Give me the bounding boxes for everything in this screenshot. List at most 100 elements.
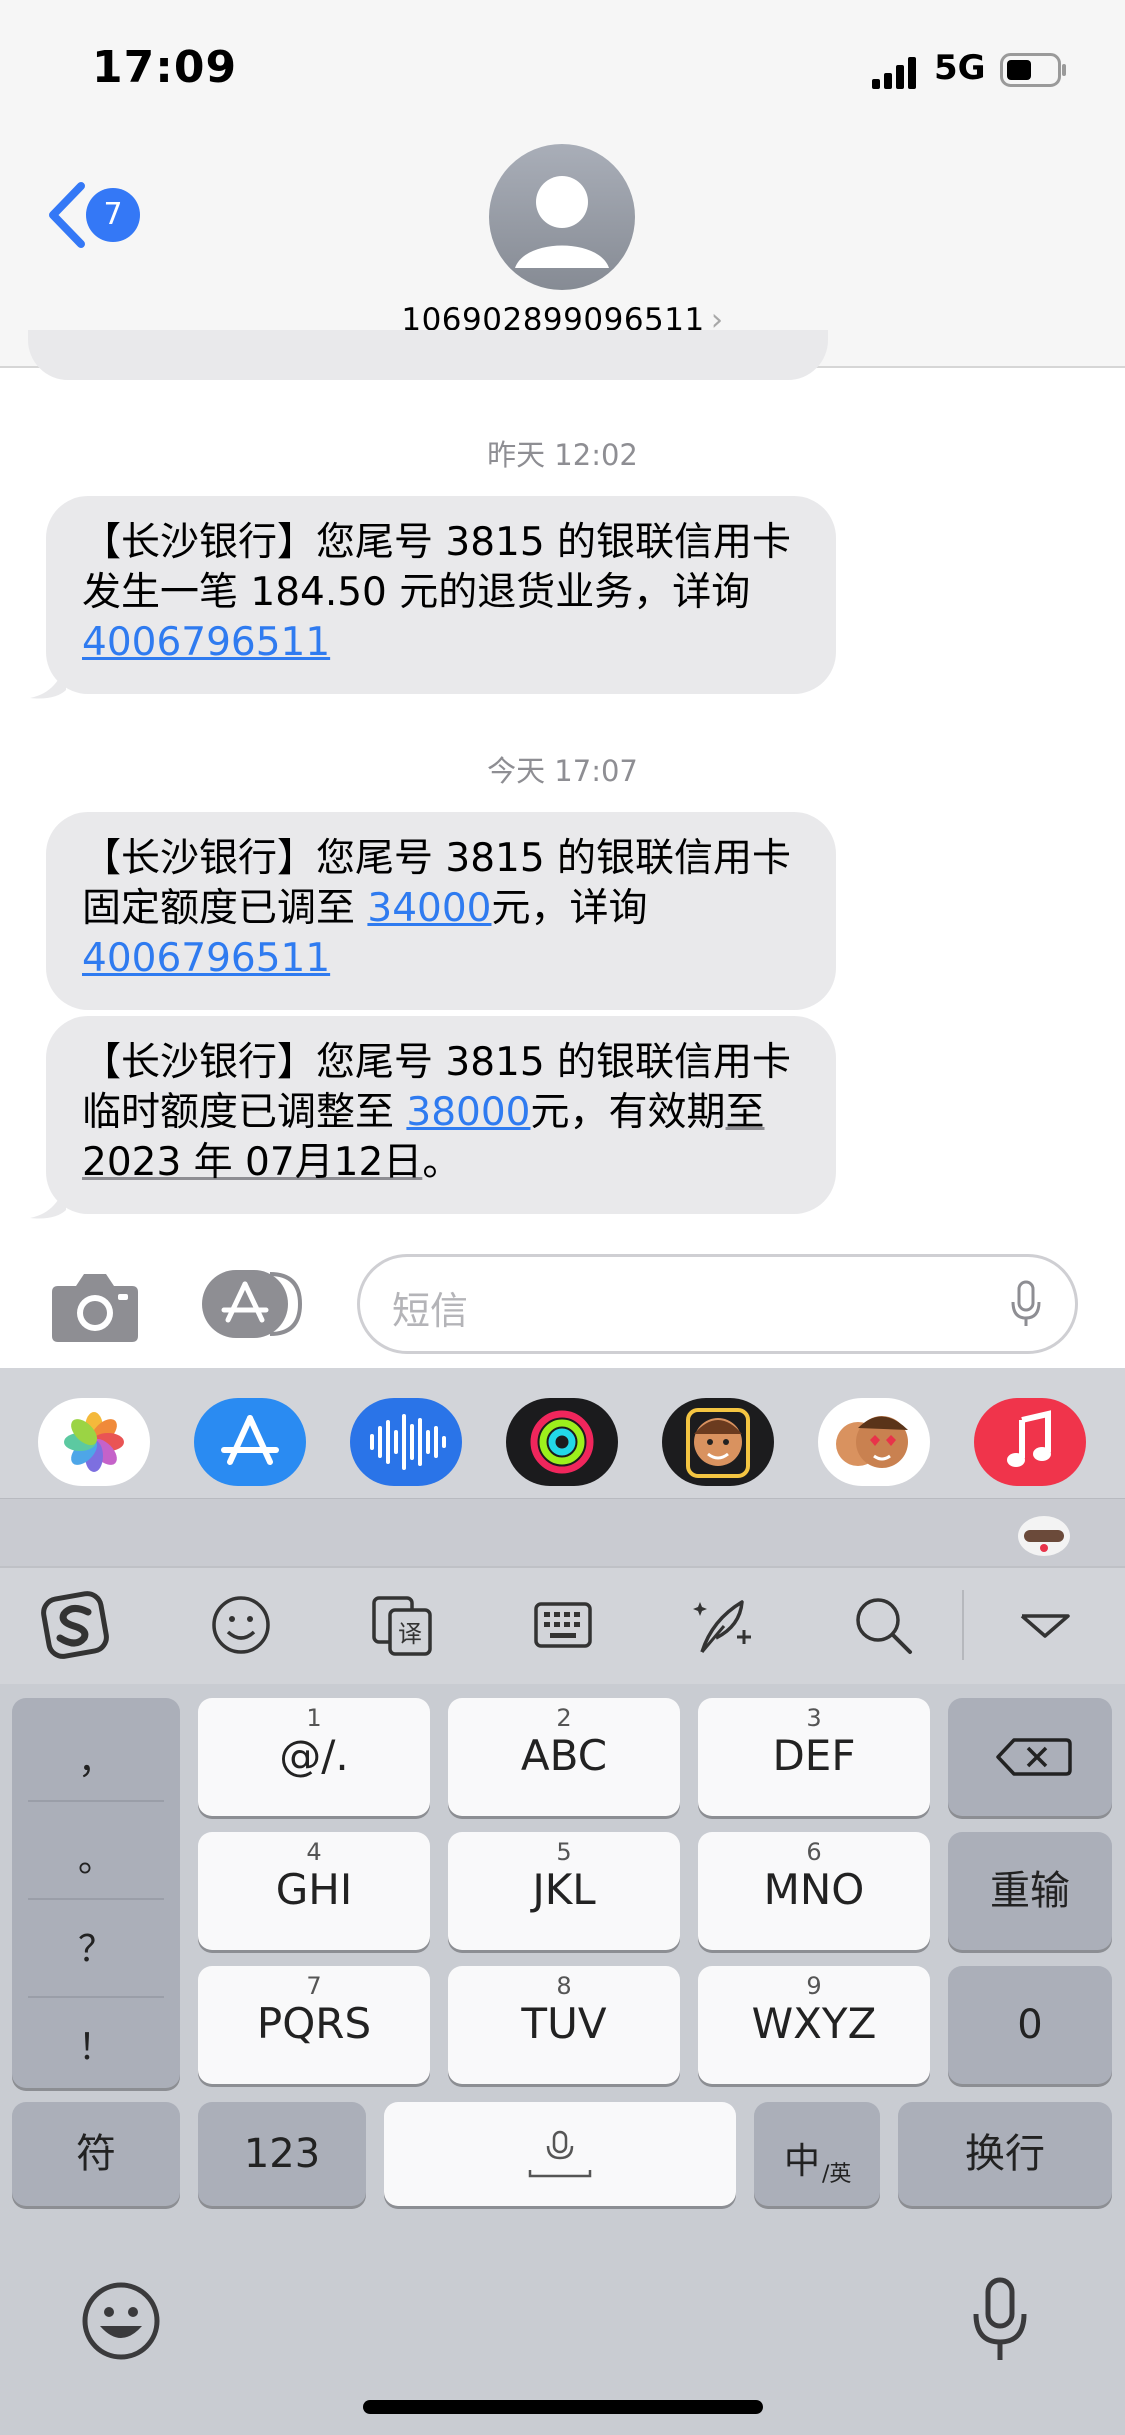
candidate-bar	[0, 1498, 1125, 1567]
key-number: 9	[806, 1972, 822, 2000]
key-8[interactable]: 8 TUV	[448, 1966, 680, 2084]
key-label: TUV	[521, 1999, 607, 2048]
emoji-face-icon[interactable]	[206, 1590, 276, 1660]
lang-main-label: 中	[784, 2141, 821, 2182]
numbers-key[interactable]: 123	[198, 2102, 366, 2206]
space-key[interactable]	[384, 2102, 736, 2206]
keyboard-switch-icon[interactable]	[528, 1590, 598, 1660]
search-icon[interactable]	[848, 1590, 918, 1660]
key-number: 2	[556, 1704, 572, 1732]
key-number: 5	[556, 1838, 572, 1866]
hide-keyboard-chevron-icon[interactable]	[1010, 1590, 1080, 1660]
message-bubble[interactable]: 【长沙银行】您尾号 3815 的银联信用卡 固定额度已调至 34000元，详询 …	[46, 812, 836, 1010]
key-number: 4	[306, 1838, 322, 1866]
home-indicator	[363, 2400, 763, 2414]
key-number: 1	[306, 1704, 322, 1732]
status-time: 17:09	[92, 42, 238, 93]
mascot-skin-icon[interactable]	[1014, 1508, 1074, 1560]
animoji-stickers-app-icon[interactable]	[818, 1398, 930, 1486]
symbols-key[interactable]: 符	[12, 2102, 180, 2206]
message-bubble[interactable]: 【长沙银行】您尾号 3815 的银联信用卡 发生一笔 184.50 元的退货业务…	[46, 496, 836, 694]
key-9[interactable]: 9 WXYZ	[698, 1966, 930, 2084]
punct-key-comma[interactable]: ，	[12, 1714, 180, 1810]
photos-app-icon[interactable]	[38, 1398, 150, 1486]
toolbar-divider	[962, 1590, 964, 1660]
key-4[interactable]: 4 GHI	[198, 1832, 430, 1950]
key-label: MNO	[763, 1865, 865, 1914]
key-number: 7	[306, 1972, 322, 2000]
key-0[interactable]: 0	[948, 1966, 1112, 2084]
camera-icon[interactable]	[50, 1270, 140, 1344]
punct-divider	[28, 1898, 164, 1900]
punct-key-question[interactable]: ？	[12, 1902, 180, 1998]
svg-text:译: 译	[398, 1620, 422, 1648]
space-mic-icon	[528, 2130, 592, 2178]
key-label: WXYZ	[751, 1999, 877, 2048]
bubble-tail	[30, 1180, 66, 1219]
battery-icon	[1000, 53, 1066, 87]
message-bubble[interactable]: 【长沙银行】您尾号 3815 的银联信用卡 临时额度已调整至 38000元，有效…	[46, 1016, 836, 1214]
punct-divider	[28, 1800, 164, 1802]
contact-avatar[interactable]	[489, 144, 635, 290]
delete-key[interactable]	[948, 1698, 1112, 1816]
key-label: @/.	[279, 1731, 349, 1780]
phone-link[interactable]: 4006796511	[82, 936, 330, 981]
message-text: 临时额度已调整至	[82, 1090, 407, 1135]
punct-key-exclaim[interactable]: ！	[12, 2000, 180, 2096]
handwriting-quill-icon[interactable]	[690, 1590, 760, 1660]
message-line: 【长沙银行】您尾号 3815 的银联信用卡	[82, 520, 792, 565]
key-number: 8	[556, 1972, 572, 2000]
key-6[interactable]: 6 MNO	[698, 1832, 930, 1950]
key-number: 6	[806, 1838, 822, 1866]
return-key[interactable]: 换行	[898, 2102, 1112, 2206]
key-label: DEF	[772, 1731, 856, 1780]
app-store-app-icon[interactable]	[194, 1398, 306, 1486]
amount-link[interactable]: 38000	[406, 1090, 530, 1135]
back-chevron-icon[interactable]	[45, 180, 89, 250]
voice-memo-app-icon[interactable]	[350, 1398, 462, 1486]
message-timestamp: 昨天 12:02	[487, 438, 638, 472]
emoji-keyboard-icon[interactable]	[80, 2280, 162, 2362]
network-type: 5G	[934, 48, 986, 88]
message-text: 固定额度已调至	[82, 886, 368, 931]
key-label: PQRS	[256, 1999, 372, 2048]
app-store-button-icon[interactable]	[200, 1268, 306, 1340]
key-label: GHI	[275, 1865, 353, 1914]
message-input-placeholder: 短信	[392, 1289, 469, 1333]
sogou-logo-icon[interactable]	[40, 1590, 110, 1660]
activity-app-icon[interactable]	[506, 1398, 618, 1486]
lang-sub-label: /英	[822, 2162, 852, 2187]
date-link[interactable]: 2023 年 07月12日	[82, 1140, 422, 1185]
phone-link[interactable]: 4006796511	[82, 620, 330, 665]
previous-message-bubble	[28, 330, 828, 380]
translate-icon[interactable]: 译	[368, 1590, 438, 1660]
key-5[interactable]: 5 JKL	[448, 1832, 680, 1950]
punct-key-period[interactable]: 。	[12, 1812, 180, 1908]
memoji-app-icon[interactable]	[662, 1398, 774, 1486]
key-1[interactable]: 1 @/.	[198, 1698, 430, 1816]
unread-count-badge[interactable]: 7	[86, 188, 140, 242]
punct-divider	[28, 1996, 164, 1998]
dictation-mic-icon[interactable]	[970, 2276, 1030, 2364]
bubble-tail	[30, 660, 66, 699]
key-label: JKL	[532, 1865, 596, 1914]
message-text: 。	[422, 1140, 462, 1185]
key-7[interactable]: 7 PQRS	[198, 1966, 430, 2084]
music-app-icon[interactable]	[974, 1398, 1086, 1486]
reenter-key[interactable]: 重输	[948, 1832, 1112, 1950]
message-line: 【长沙银行】您尾号 3815 的银联信用卡	[82, 1040, 792, 1085]
language-switch-key[interactable]: 中 /英	[754, 2102, 880, 2206]
key-3[interactable]: 3 DEF	[698, 1698, 930, 1816]
date-link[interactable]: 至	[726, 1090, 765, 1135]
message-text: 元，详询	[491, 886, 648, 931]
dictation-mic-icon[interactable]	[1010, 1280, 1042, 1328]
key-2[interactable]: 2 ABC	[448, 1698, 680, 1816]
key-label: ABC	[520, 1731, 608, 1780]
message-text: 元，有效期	[530, 1090, 726, 1135]
amount-link[interactable]: 34000	[367, 886, 491, 931]
person-icon	[515, 176, 609, 268]
message-line: 发生一笔 184.50 元的退货业务，详询	[82, 570, 751, 615]
delete-backspace-icon	[996, 1738, 1072, 1776]
message-line: 【长沙银行】您尾号 3815 的银联信用卡	[82, 836, 792, 881]
cellular-signal-icon	[872, 57, 916, 89]
